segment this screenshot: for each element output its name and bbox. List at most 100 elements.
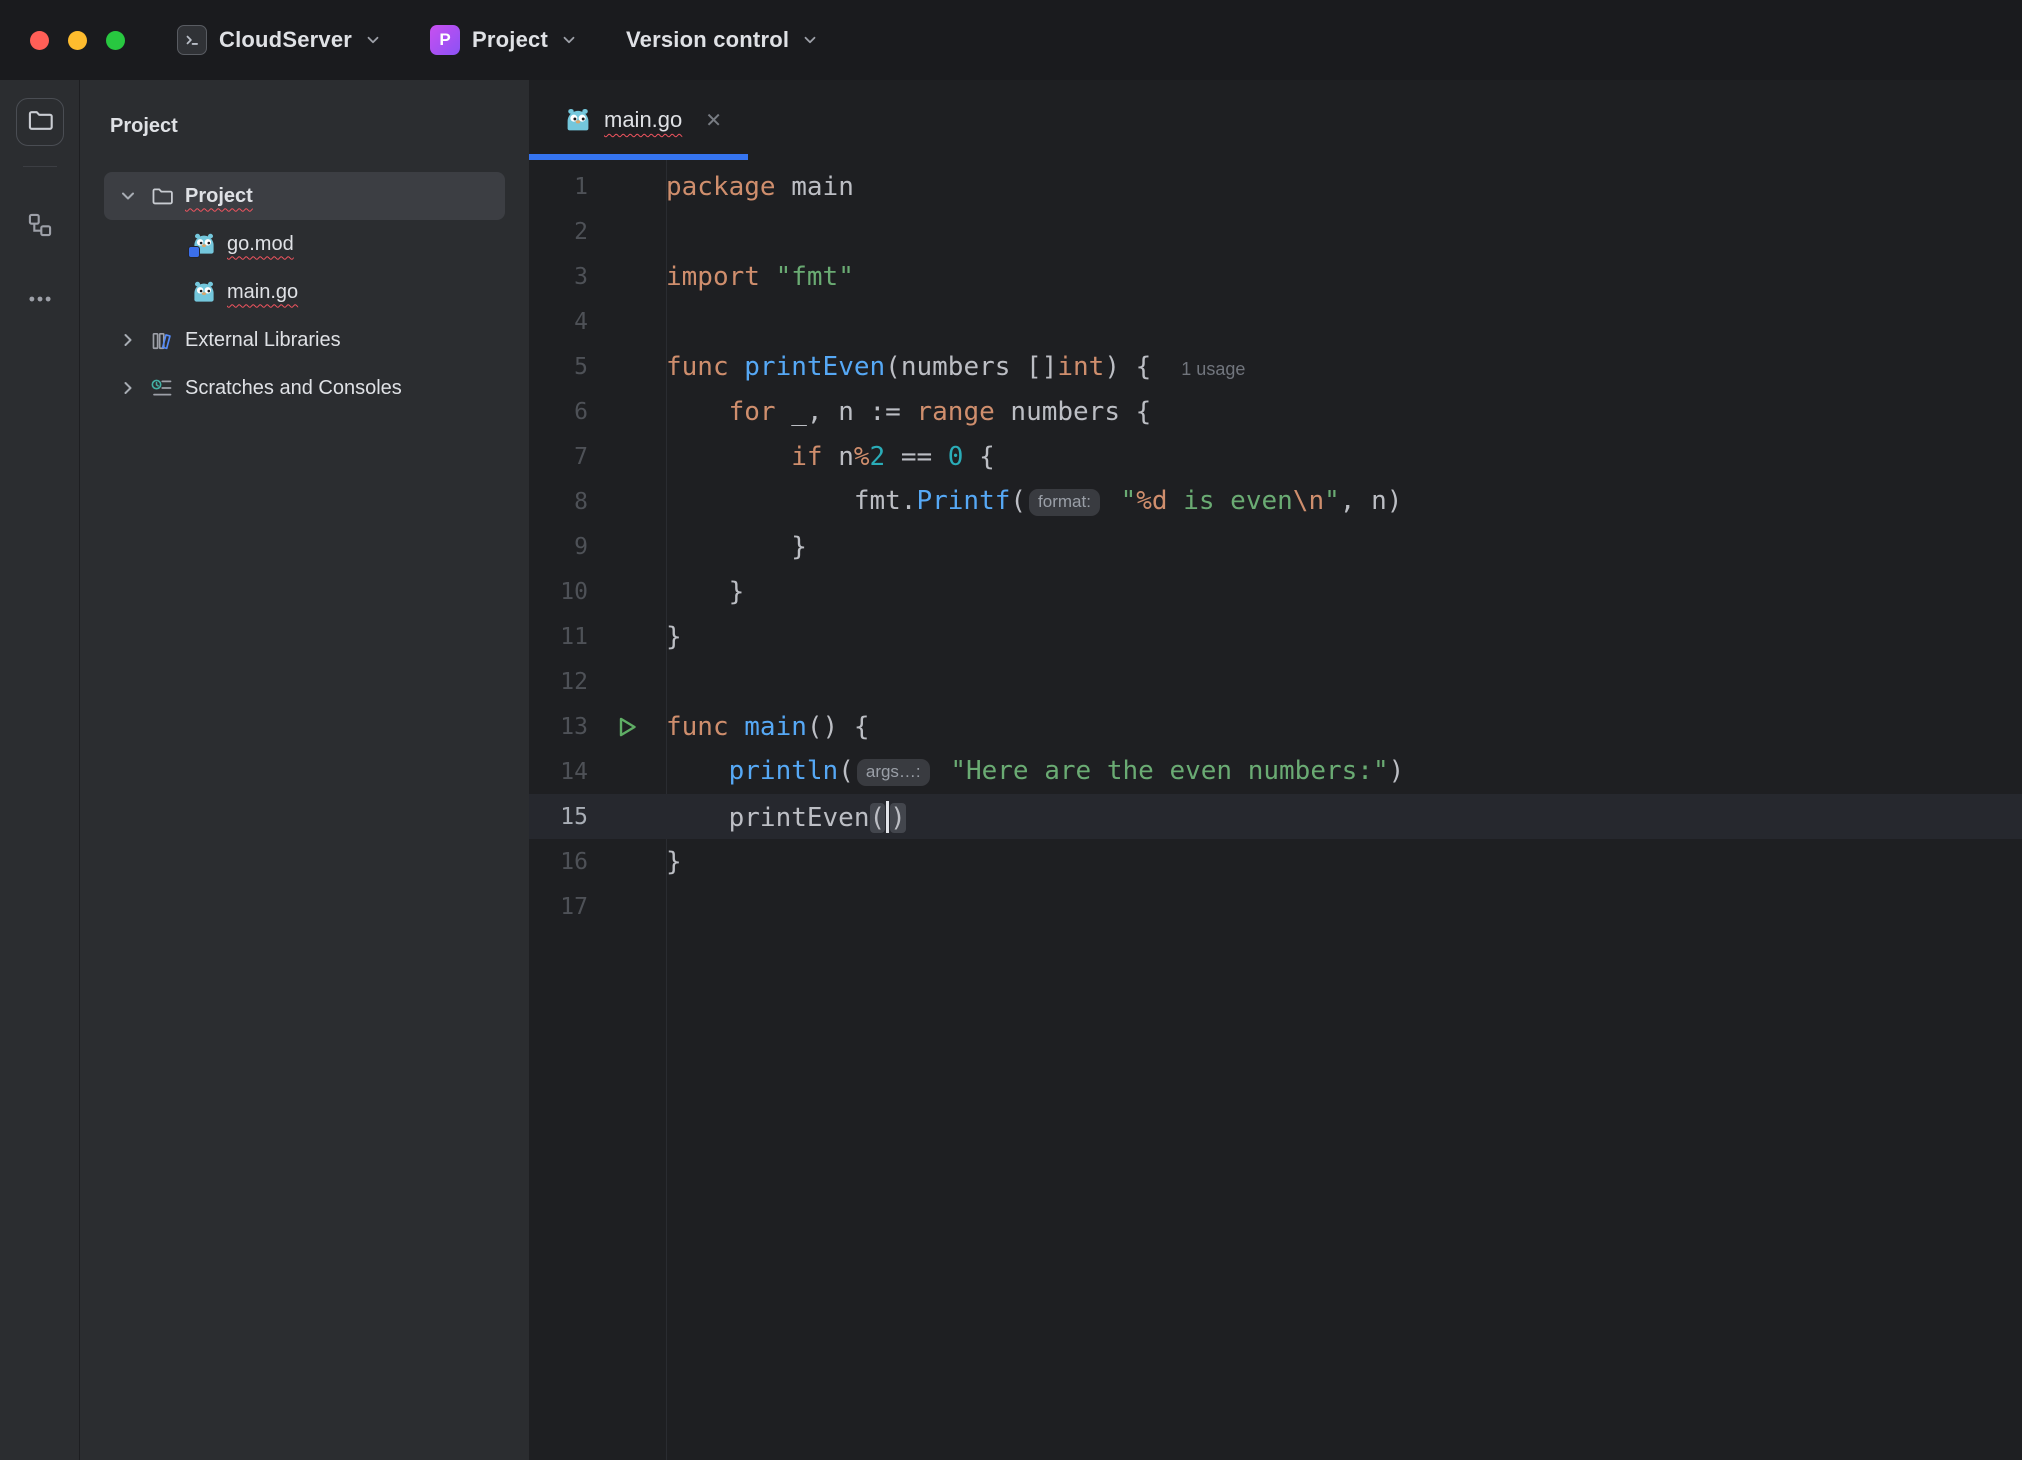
code-line-13[interactable]: 13 func main() { <box>529 704 2022 749</box>
rail-divider <box>22 166 57 167</box>
tab-label: main.go <box>604 107 683 132</box>
code-text: println(args…: "Here are the even number… <box>728 755 1405 786</box>
tab-main-go[interactable]: main.go ✕ <box>529 80 749 160</box>
go-file-icon <box>565 107 591 133</box>
project-badge-icon: P <box>430 25 461 55</box>
code-line-14[interactable]: 14 println(args…: "Here are the even num… <box>529 749 2022 794</box>
close-tab-icon[interactable]: ✕ <box>705 108 722 133</box>
line-number[interactable]: 17 <box>529 894 588 920</box>
go-mod-file-icon <box>188 232 217 258</box>
code-line-17[interactable]: 17 <box>529 884 2022 929</box>
editor-tab-bar: main.go ✕ <box>529 80 2022 160</box>
tree-item-project[interactable]: Project <box>104 172 505 220</box>
line-number[interactable]: 13 <box>529 714 588 740</box>
line-number[interactable]: 4 <box>529 309 588 335</box>
line-number[interactable]: 16 <box>529 849 588 875</box>
code-text: for _, n := range numbers { <box>728 396 1152 427</box>
more-tools-button[interactable] <box>16 277 64 325</box>
ide-window: CloudServer P Project Version control Pr… <box>0 0 2022 1460</box>
structure-icon <box>27 212 53 243</box>
cloudserver-icon <box>177 25 207 55</box>
code-line-1[interactable]: 1 package main <box>529 164 2022 209</box>
code-line-12[interactable]: 12 <box>529 659 2022 704</box>
tree-item-label: External Libraries <box>185 328 341 351</box>
tree-item-scratches[interactable]: Scratches and Consoles <box>80 364 529 412</box>
line-number[interactable]: 11 <box>529 624 588 650</box>
editor-area: main.go ✕ 1 package main 2 3 import "fmt" 4 5 f… <box>529 80 2022 1460</box>
project-tool-button[interactable] <box>15 98 64 146</box>
window-controls <box>30 30 125 50</box>
chevron-down-icon[interactable] <box>116 186 140 206</box>
tree-item-label: Scratches and Consoles <box>185 376 402 399</box>
titlebar-menus: CloudServer P Project Version control <box>177 25 819 55</box>
code-text: } <box>666 576 745 607</box>
chevron-right-icon[interactable] <box>116 330 140 350</box>
line-number[interactable]: 12 <box>529 669 588 695</box>
line-number[interactable]: 15 <box>529 804 588 830</box>
code-line-7[interactable]: 7 if n%2 == 0 { <box>529 434 2022 479</box>
tree-item-label: Project <box>185 184 253 207</box>
project-menu[interactable]: P Project <box>430 25 578 55</box>
code-text: import "fmt" <box>666 261 854 292</box>
code-line-6[interactable]: 6 for _, n := range numbers { <box>529 389 2022 434</box>
code-text: if n%2 == 0 { <box>791 441 995 472</box>
line-number[interactable]: 5 <box>529 354 588 380</box>
line-number[interactable]: 6 <box>529 399 588 425</box>
code-text: func printEven(numbers []int) {1 usage <box>666 351 1246 382</box>
code-text: fmt.Printf(format: "%d is even\n", n) <box>666 485 1403 516</box>
tree-item-label: go.mod <box>227 232 294 255</box>
more-icon <box>27 286 53 317</box>
code-text: printEven() <box>666 800 906 833</box>
structure-tool-button[interactable] <box>16 203 64 251</box>
line-number[interactable]: 10 <box>529 579 588 605</box>
tree-item-main-go[interactable]: main.go <box>80 268 529 316</box>
code-text: } <box>666 621 682 652</box>
code-line-16[interactable]: 16} <box>529 839 2022 884</box>
chevron-down-icon <box>801 31 819 49</box>
folder-icon <box>149 185 175 207</box>
code-line-5[interactable]: 5 func printEven(numbers []int) {1 usage <box>529 344 2022 389</box>
code-line-4[interactable]: 4 <box>529 299 2022 344</box>
folder-icon <box>27 107 53 138</box>
zoom-window-button[interactable] <box>106 30 125 50</box>
code-line-15[interactable]: 15 printEven() <box>529 794 2022 839</box>
tree-item-label: main.go <box>227 280 299 303</box>
tool-window-rail <box>0 80 80 1460</box>
close-window-button[interactable] <box>30 30 49 50</box>
titlebar: CloudServer P Project Version control <box>0 0 2022 80</box>
cloudserver-label: CloudServer <box>219 27 353 52</box>
cloudserver-menu[interactable]: CloudServer <box>177 25 382 55</box>
line-number[interactable]: 14 <box>529 759 588 785</box>
usages-hint[interactable]: 1 usage <box>1181 359 1245 379</box>
code-line-11[interactable]: 11} <box>529 614 2022 659</box>
text-caret <box>886 800 890 833</box>
line-number[interactable]: 3 <box>529 264 588 290</box>
line-number[interactable]: 7 <box>529 444 588 470</box>
chevron-down-icon <box>364 31 382 49</box>
code-text: func main() { <box>666 711 870 742</box>
tree-item-external-libraries[interactable]: External Libraries <box>80 316 529 364</box>
external-libraries-icon <box>149 329 175 351</box>
code-text: package main <box>666 171 854 202</box>
code-lines: 1 package main 2 3 import "fmt" 4 5 func printE… <box>529 160 2022 1460</box>
code-line-8[interactable]: 8 fmt.Printf(format: "%d is even\n", n) <box>529 479 2022 524</box>
line-number[interactable]: 1 <box>529 174 588 200</box>
project-menu-label: Project <box>472 27 549 52</box>
minimize-window-button[interactable] <box>68 30 87 50</box>
line-number[interactable]: 8 <box>529 489 588 515</box>
inlay-hint: args…: <box>856 758 930 786</box>
code-line-2[interactable]: 2 <box>529 209 2022 254</box>
version-control-label: Version control <box>626 27 790 52</box>
tree-item-go-mod[interactable]: go.mod <box>80 220 529 268</box>
line-number[interactable]: 2 <box>529 219 588 245</box>
code-line-3[interactable]: 3 import "fmt" <box>529 254 2022 299</box>
project-panel: Project Project go.mod main.go External … <box>80 80 529 1460</box>
code-line-10[interactable]: 10 } <box>529 569 2022 614</box>
chevron-right-icon[interactable] <box>116 378 140 398</box>
version-control-menu[interactable]: Version control <box>626 27 819 53</box>
run-main-icon[interactable] <box>588 715 666 739</box>
code-line-9[interactable]: 9 } <box>529 524 2022 569</box>
project-panel-title: Project <box>110 114 178 137</box>
code-text: } <box>666 846 682 877</box>
line-number[interactable]: 9 <box>529 534 588 560</box>
